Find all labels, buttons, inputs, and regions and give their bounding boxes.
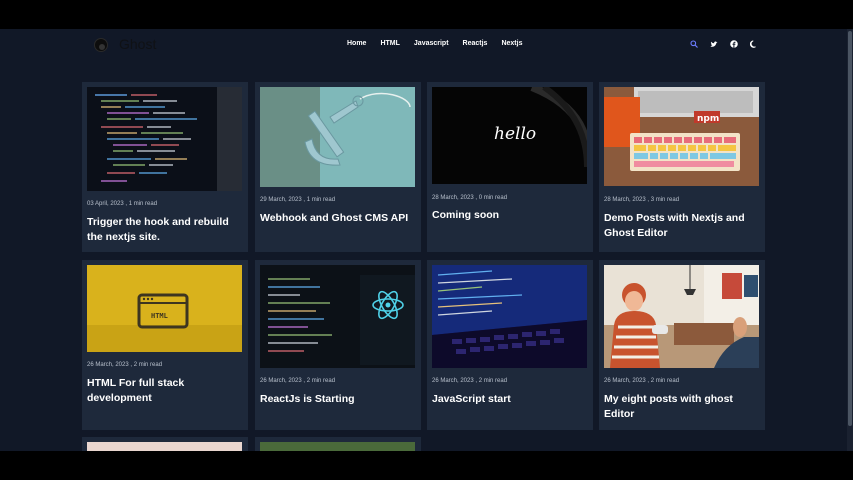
scrollbar-thumb[interactable] — [848, 31, 852, 426]
scrollbar[interactable] — [847, 29, 853, 451]
post-title[interactable]: JavaScript start — [432, 392, 587, 407]
post-title[interactable]: Coming soon — [432, 208, 587, 223]
post-meta: 03 April, 2023 , 1 min read — [87, 201, 157, 207]
post-cover-image[interactable] — [87, 442, 242, 451]
npm-sticker-text: npm — [697, 114, 719, 124]
hello-image-text: hello — [494, 124, 536, 144]
post-date: 26 March, 2023 — [87, 362, 129, 368]
post-date: 29 March, 2023 — [260, 197, 302, 203]
post-meta: 26 March, 2023 , 2 min read — [432, 378, 507, 384]
facebook-icon[interactable] — [729, 39, 738, 48]
post-card[interactable] — [82, 437, 248, 451]
site-header: Ghost Home HTML Javascript Reactjs Nextj… — [0, 29, 847, 61]
post-cover-image[interactable] — [260, 87, 415, 187]
post-card[interactable]: 03 April, 2023 , 1 min read Trigger the … — [82, 82, 248, 252]
post-cover-image[interactable]: hello — [432, 87, 587, 184]
top-letterbox — [0, 0, 853, 29]
twitter-icon[interactable] — [709, 39, 718, 48]
main-nav: Home HTML Javascript Reactjs Nextjs — [347, 40, 536, 47]
post-card[interactable]: 29 March, 2023 , 1 min read Webhook and … — [255, 82, 421, 252]
post-read-time: 2 min read — [133, 362, 163, 368]
search-icon[interactable] — [689, 39, 698, 48]
html-image-text: HTML — [151, 312, 168, 320]
post-read-time: 1 min read — [306, 197, 336, 203]
post-card[interactable]: 26 March, 2023 , 2 min read ReactJs is S… — [255, 260, 421, 430]
site-title[interactable]: Ghost — [119, 36, 156, 52]
post-date: 03 April, 2023 — [87, 201, 124, 207]
nav-link-javascript[interactable]: Javascript — [414, 40, 449, 47]
post-title[interactable]: Trigger the hook and rebuild the nextjs … — [87, 215, 242, 244]
post-date: 28 March, 2023 — [432, 195, 474, 201]
bottom-letterbox — [0, 451, 853, 480]
post-meta: 28 March, 2023 , 3 min read — [604, 197, 679, 203]
post-card[interactable]: hello 28 March, 2023 , 0 min read Coming… — [427, 82, 593, 252]
post-card[interactable]: HTML 26 March, 2023 , 2 min read HTML Fo… — [82, 260, 248, 430]
post-date: 26 March, 2023 — [432, 378, 474, 384]
nav-link-html[interactable]: HTML — [380, 40, 399, 47]
post-title[interactable]: ReactJs is Starting — [260, 392, 415, 407]
post-cover-image[interactable] — [87, 87, 242, 191]
post-meta: 26 March, 2023 , 2 min read — [260, 378, 335, 384]
post-read-time: 0 min read — [478, 195, 508, 201]
nav-link-reactjs[interactable]: Reactjs — [463, 40, 488, 47]
post-cover-image[interactable] — [260, 442, 415, 451]
post-title[interactable]: HTML For full stack development — [87, 376, 242, 405]
post-cover-image[interactable]: npm — [604, 87, 759, 186]
nav-link-nextjs[interactable]: Nextjs — [501, 40, 522, 47]
moon-icon[interactable] — [749, 39, 758, 48]
post-title[interactable]: My eight posts with ghost Editor — [604, 392, 759, 421]
post-card[interactable] — [255, 437, 421, 451]
post-title[interactable]: Webhook and Ghost CMS API — [260, 211, 415, 226]
post-read-time: 1 min read — [128, 201, 158, 207]
post-meta: 28 March, 2023 , 0 min read — [432, 195, 507, 201]
post-meta: 26 March, 2023 , 2 min read — [87, 362, 162, 368]
post-date: 26 March, 2023 — [604, 378, 646, 384]
browser-viewport: Ghost Home HTML Javascript Reactjs Nextj… — [0, 29, 853, 451]
post-cover-image[interactable] — [432, 265, 587, 368]
post-read-time: 2 min read — [306, 378, 336, 384]
post-card[interactable]: npm 28 March, 2023 , 3 min read Demo Pos… — [599, 82, 765, 252]
post-cover-image[interactable] — [604, 265, 759, 368]
nav-link-home[interactable]: Home — [347, 40, 366, 47]
post-card[interactable]: 26 March, 2023 , 2 min read My eight pos… — [599, 260, 765, 430]
ghost-logo-icon[interactable] — [94, 38, 108, 52]
post-cover-image[interactable] — [260, 265, 415, 368]
post-meta: 26 March, 2023 , 2 min read — [604, 378, 679, 384]
post-date: 26 March, 2023 — [260, 378, 302, 384]
post-card[interactable]: 26 March, 2023 , 2 min read JavaScript s… — [427, 260, 593, 430]
post-read-time: 2 min read — [478, 378, 508, 384]
post-meta: 29 March, 2023 , 1 min read — [260, 197, 335, 203]
post-date: 28 March, 2023 — [604, 197, 646, 203]
post-cover-image[interactable]: HTML — [87, 265, 242, 352]
nav-icon-group — [689, 39, 769, 48]
post-read-time: 2 min read — [650, 378, 680, 384]
post-read-time: 3 min read — [650, 197, 680, 203]
post-title[interactable]: Demo Posts with Nextjs and Ghost Editor — [604, 211, 759, 240]
